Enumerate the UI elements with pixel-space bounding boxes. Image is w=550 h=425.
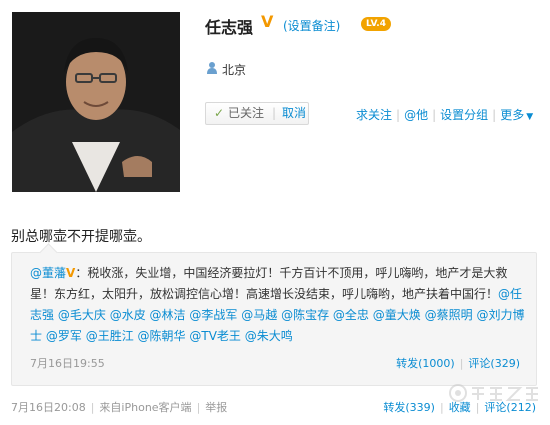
- quoted-post-text: 税收涨，失业增，中国经济要拉灯！千方百计不顶用，呼儿嗨哟，地产才是大救星！东方红…: [30, 266, 508, 301]
- divider: |: [432, 108, 437, 122]
- quoted-post-body: @董藩V：税收涨，失业增，中国经济要拉灯！千方百计不顶用，呼儿嗨哟，地产才是大救…: [30, 263, 526, 347]
- quote-pointer: [39, 243, 58, 262]
- set-remark-link[interactable]: (设置备注): [283, 17, 340, 34]
- mention-link[interactable]: @林洁: [150, 308, 186, 322]
- mention-link[interactable]: @蔡照明: [425, 308, 473, 322]
- report-link[interactable]: 举报: [205, 401, 227, 414]
- quoted-post: @董藩V：税收涨，失业增，中国经济要拉灯！千方百计不顶用，呼儿嗨哟，地产才是大救…: [11, 243, 537, 386]
- caret-down-icon: ▼: [526, 112, 534, 122]
- follow-status-box: ✓ 已关注 | 取消: [205, 102, 309, 125]
- user-location-icon: [207, 62, 217, 74]
- profile-name: 任志强: [205, 18, 254, 37]
- sina-leju-watermark-logo: [449, 384, 538, 402]
- profile-location: 北京: [222, 63, 247, 77]
- mention-link[interactable]: @全忠: [333, 308, 369, 322]
- divider: |: [196, 401, 201, 414]
- quoted-colon: ：: [75, 266, 88, 280]
- verified-badge-icon: V: [66, 266, 76, 280]
- mention-link[interactable]: @毛大庆: [58, 308, 106, 322]
- mention-link[interactable]: @李战军: [189, 308, 237, 322]
- divider: |: [439, 401, 444, 414]
- followed-label: 已关注: [228, 106, 265, 120]
- request-follow-link[interactable]: 求关注: [356, 106, 392, 123]
- mention-link[interactable]: @陈宝存: [281, 308, 329, 322]
- divider: |: [459, 357, 464, 370]
- post-time[interactable]: 7月16日20:08: [11, 401, 86, 414]
- repost-link[interactable]: 转发(339): [383, 401, 435, 414]
- mention-link[interactable]: @王胜江: [86, 329, 134, 343]
- divider: |: [272, 106, 277, 120]
- quoted-comment-link[interactable]: 评论(329): [468, 357, 520, 370]
- mention-link[interactable]: @朱大鸣: [245, 329, 293, 343]
- mention-link[interactable]: @童大焕: [373, 308, 421, 322]
- mention-link[interactable]: @陈朝华: [138, 329, 186, 343]
- quoted-repost-link[interactable]: 转发(1000): [396, 357, 455, 370]
- check-icon: ✓: [214, 106, 225, 120]
- quoted-post-stats: 转发(1000) | 评论(329): [396, 355, 520, 371]
- more-label: 更多: [500, 108, 525, 122]
- mention-link[interactable]: @罗军: [46, 329, 82, 343]
- unfollow-button[interactable]: 取消: [282, 103, 306, 124]
- post-meta: 7月16日20:08 | 来自iPhone客户端 | 举报: [11, 399, 227, 415]
- mention-link[interactable]: @他: [404, 106, 428, 123]
- post-source: 来自iPhone客户端: [99, 401, 192, 414]
- divider: |: [492, 108, 497, 122]
- divider: |: [396, 108, 401, 122]
- post-text: 别总哪壶不开提哪壶。: [11, 229, 151, 245]
- avatar-portrait: [12, 12, 180, 192]
- profile-actions: 求关注 | @他 | 设置分组 | 更多 ▼: [356, 106, 533, 123]
- avatar[interactable]: [12, 12, 180, 192]
- verified-badge-icon: V: [261, 12, 274, 31]
- quoted-author-link[interactable]: @董藩: [30, 266, 66, 280]
- mention-link[interactable]: @水皮: [110, 308, 146, 322]
- level-badge[interactable]: LV.4: [361, 17, 391, 31]
- set-group-link[interactable]: 设置分组: [440, 106, 488, 123]
- weibo-post-page: 任志强 V (设置备注) LV.4 北京 ✓ 已关注 | 取消 求关注 | @他 | 设…: [0, 0, 550, 425]
- mention-link[interactable]: @TV老王: [189, 329, 241, 343]
- divider: |: [90, 401, 95, 414]
- quoted-post-time[interactable]: 7月16日19:55: [30, 355, 105, 371]
- mention-link[interactable]: @马越: [241, 308, 277, 322]
- more-menu[interactable]: 更多 ▼: [500, 106, 533, 123]
